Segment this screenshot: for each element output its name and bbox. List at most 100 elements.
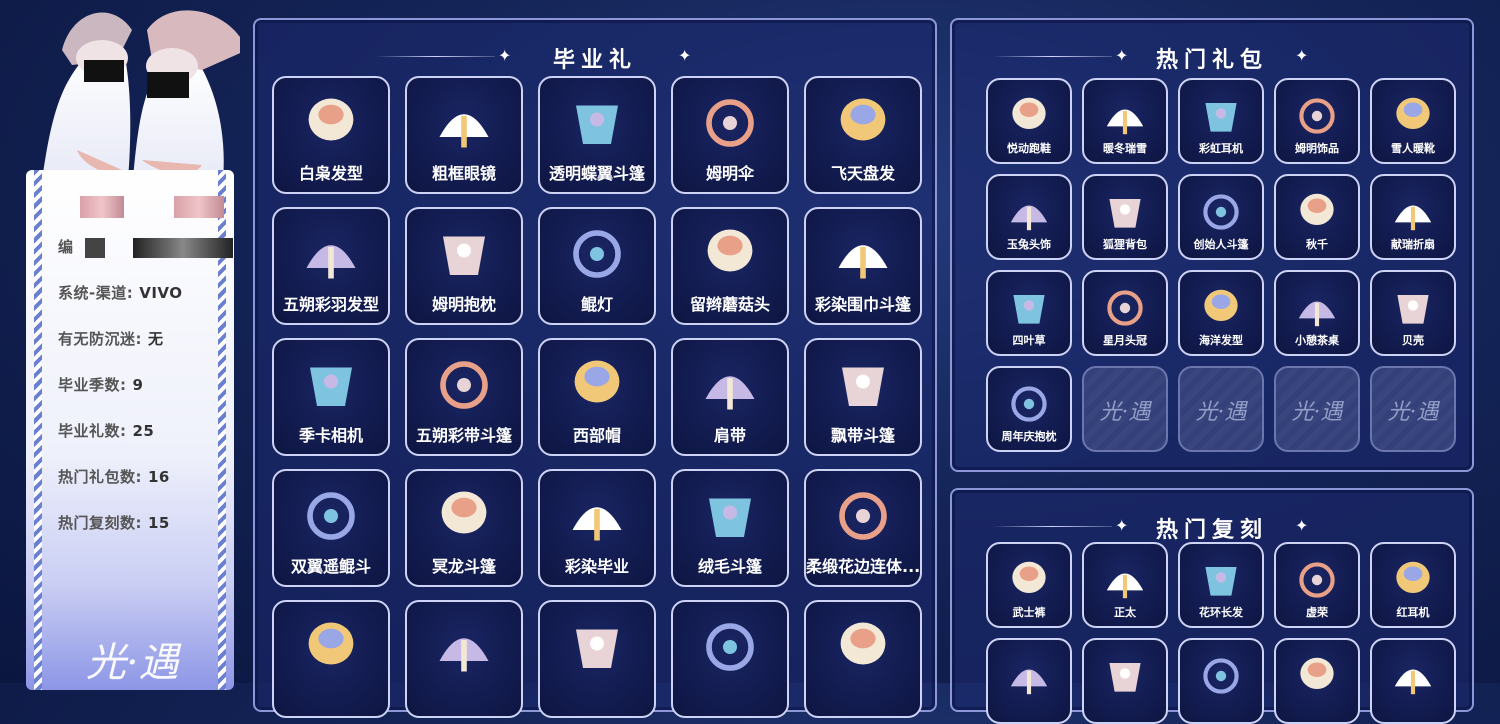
empty-slot[interactable]: 光·遇 <box>1370 366 1456 452</box>
hot-reruns-panel: ✦ 热门复刻 ✦ 武士裤 正太 花环长发 虚荣 红耳机 <box>950 488 1474 724</box>
item-tile[interactable]: 季卡相机 <box>272 338 390 456</box>
item-tile[interactable]: 鲲灯 <box>538 207 656 325</box>
item-tile[interactable] <box>1370 638 1456 724</box>
item-tile[interactable]: 海洋发型 <box>1178 270 1264 356</box>
info-row-hot-packs: 热门礼包数: 16 <box>58 466 170 487</box>
item-tile[interactable]: 彩虹耳机 <box>1178 78 1264 164</box>
item-tile[interactable]: 四叶草 <box>986 270 1072 356</box>
item-label: 秋千 <box>1306 238 1328 251</box>
item-tile[interactable]: 五朔彩羽发型 <box>272 207 390 325</box>
item-tile[interactable]: 五朔彩带斗篷 <box>405 338 523 456</box>
item-label: 留辫蘑菇头 <box>689 295 770 314</box>
item-label: 季卡相机 <box>298 426 363 445</box>
item-tile[interactable]: 红耳机 <box>1370 542 1456 628</box>
item-label: 悦动跑鞋 <box>1007 142 1051 155</box>
item-tile[interactable]: 暖冬瑞雪 <box>1082 78 1168 164</box>
item-tile[interactable]: 粗框眼镜 <box>405 76 523 194</box>
graduation-panel: ✦ 毕业礼 ✦ 白枭发型 粗框眼镜 透明蝶翼斗篷 姆明伞 飞天盘发 五朔彩羽发型 姆明抱枕 鲲… <box>253 18 937 718</box>
empty-slot[interactable]: 光·遇 <box>1274 366 1360 452</box>
panel-header: ✦ 热门礼包 ✦ <box>952 42 1472 73</box>
item-tile[interactable]: 飘带斗篷 <box>804 338 922 456</box>
item-tile[interactable]: 玉兔头饰 <box>986 174 1072 260</box>
info-row-hot-reruns: 热门复刻数: 15 <box>58 512 170 533</box>
item-tile[interactable] <box>986 638 1072 724</box>
item-label: 五朔彩带斗篷 <box>415 426 512 445</box>
item-tile[interactable]: 彩染围巾斗篷 <box>804 207 922 325</box>
item-tile[interactable]: 星月头冠 <box>1082 270 1168 356</box>
censored-block <box>174 196 224 218</box>
item-tile[interactable]: 白枭发型 <box>272 76 390 194</box>
item-tile[interactable] <box>1178 638 1264 724</box>
item-label: 正太 <box>1114 606 1136 619</box>
item-label: 彩染围巾斗篷 <box>814 295 911 314</box>
item-tile[interactable]: 献瑞折扇 <box>1370 174 1456 260</box>
info-label: 热门复刻数: <box>58 514 142 532</box>
info-label: 毕业礼数: <box>58 422 127 440</box>
info-label: 热门礼包数: <box>58 468 142 486</box>
item-label: 鲲灯 <box>580 295 613 314</box>
item-label: 玉兔头饰 <box>1007 238 1051 251</box>
title-divider <box>992 526 1112 527</box>
item-tile[interactable]: 周年庆抱枕 <box>986 366 1072 452</box>
item-tile[interactable] <box>405 600 523 718</box>
item-tile[interactable]: 武士裤 <box>986 542 1072 628</box>
item-label: 柔缎花边连体... <box>806 557 920 576</box>
item-tile[interactable] <box>804 600 922 718</box>
title-divider <box>992 56 1112 57</box>
item-tile[interactable] <box>272 600 390 718</box>
item-tile[interactable] <box>538 600 656 718</box>
item-tile[interactable]: 秋千 <box>1274 174 1360 260</box>
item-tile[interactable]: 留辫蘑菇头 <box>671 207 789 325</box>
sparkle-icon: ✦ <box>1115 46 1129 65</box>
item-tile[interactable]: 冥龙斗篷 <box>405 469 523 587</box>
item-label: 姆明伞 <box>705 164 754 183</box>
hot-packs-grid: 悦动跑鞋 暖冬瑞雪 彩虹耳机 姆明饰品 雪人暖靴玉兔头饰 狐狸背包 创始人斗篷 秋千 献瑞折扇四… <box>986 78 1456 452</box>
item-tile[interactable]: 正太 <box>1082 542 1168 628</box>
item-tile[interactable]: 双翼遥鲲斗 <box>272 469 390 587</box>
item-tile[interactable]: 肩带 <box>671 338 789 456</box>
brand-watermark: 光·遇 <box>86 640 179 686</box>
item-tile[interactable]: 透明蝶翼斗篷 <box>538 76 656 194</box>
item-tile[interactable]: 雪人暖靴 <box>1370 78 1456 164</box>
item-label: 献瑞折扇 <box>1391 238 1435 251</box>
panel-title: 热门礼包 <box>1155 48 1268 73</box>
item-tile[interactable]: 悦动跑鞋 <box>986 78 1072 164</box>
item-tile[interactable]: 绒毛斗篷 <box>671 469 789 587</box>
info-row-grad-gifts: 毕业礼数: 25 <box>58 420 154 441</box>
item-label: 星月头冠 <box>1103 334 1147 347</box>
item-tile[interactable]: 彩染毕业 <box>538 469 656 587</box>
item-label: 雪人暖靴 <box>1391 142 1435 155</box>
sparkle-icon: ✦ <box>1295 516 1309 535</box>
info-value: 15 <box>148 514 170 532</box>
item-tile[interactable]: 飞天盘发 <box>804 76 922 194</box>
item-label: 暖冬瑞雪 <box>1103 142 1147 155</box>
item-tile[interactable] <box>1082 638 1168 724</box>
item-tile[interactable]: 狐狸背包 <box>1082 174 1168 260</box>
item-label: 粗框眼镜 <box>431 164 496 183</box>
item-label: 白枭发型 <box>298 164 363 183</box>
item-label: 双翼遥鲲斗 <box>290 557 371 576</box>
empty-slot[interactable]: 光·遇 <box>1178 366 1264 452</box>
item-tile[interactable]: 姆明饰品 <box>1274 78 1360 164</box>
info-label: 毕业季数: <box>58 376 127 394</box>
item-label: 彩虹耳机 <box>1199 142 1243 155</box>
item-tile[interactable] <box>1274 638 1360 724</box>
info-card: 编 系统-渠道: VIVO 有无防沉迷: 无 毕业季数: 9 毕业礼数: 25 热门礼包… <box>26 170 234 690</box>
item-label: 红耳机 <box>1396 606 1430 619</box>
item-tile[interactable]: 小憩茶桌 <box>1274 270 1360 356</box>
item-tile[interactable]: 花环长发 <box>1178 542 1264 628</box>
sparkle-icon: ✦ <box>498 46 512 65</box>
empty-slot[interactable]: 光·遇 <box>1082 366 1168 452</box>
sparkle-icon: ✦ <box>1295 46 1309 65</box>
item-label: 姆明饰品 <box>1295 142 1339 155</box>
item-label: 四叶草 <box>1012 334 1046 347</box>
item-tile[interactable]: 创始人斗篷 <box>1178 174 1264 260</box>
item-tile[interactable]: 姆明抱枕 <box>405 207 523 325</box>
item-tile[interactable]: 贝壳 <box>1370 270 1456 356</box>
info-label: 有无防沉迷: <box>58 330 142 348</box>
item-tile[interactable]: 虚荣 <box>1274 542 1360 628</box>
item-tile[interactable]: 柔缎花边连体... <box>804 469 922 587</box>
item-tile[interactable]: 姆明伞 <box>671 76 789 194</box>
item-tile[interactable]: 西部帽 <box>538 338 656 456</box>
item-tile[interactable] <box>671 600 789 718</box>
